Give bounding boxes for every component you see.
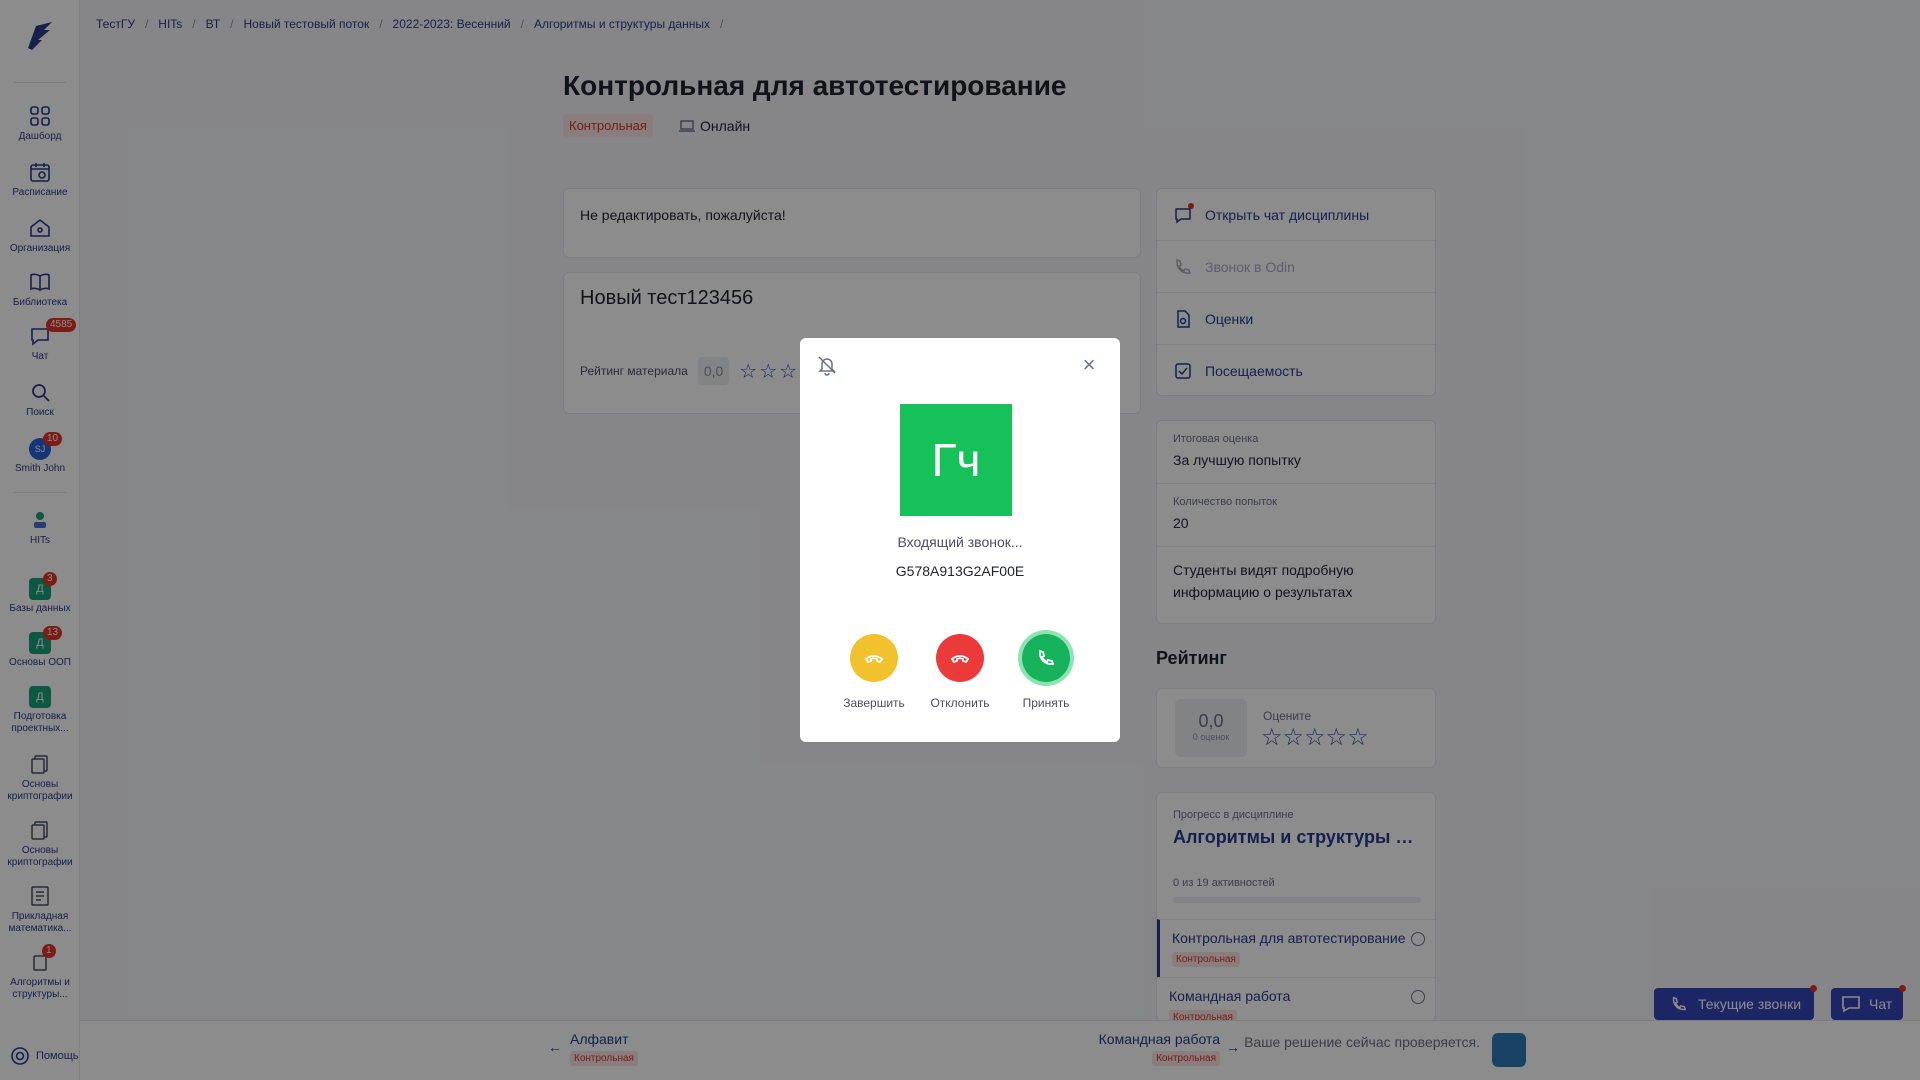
end-call-button[interactable]: Завершить [834, 634, 914, 710]
call-status: Входящий звонок... [897, 534, 1023, 550]
caller-avatar: Гч [900, 404, 1012, 516]
decline-call-circle [936, 634, 984, 682]
decline-call-button[interactable]: Отклонить [920, 634, 1000, 710]
end-call-circle [850, 634, 898, 682]
hangup-icon [864, 655, 884, 664]
close-icon[interactable]: × [1078, 354, 1100, 376]
caller-id: G578A913G2AF00E [895, 563, 1025, 579]
accept-call-button[interactable]: Принять [1006, 634, 1086, 710]
end-call-label: Завершить [843, 696, 905, 710]
accept-call-label: Принять [1022, 696, 1070, 710]
phone-icon [1039, 649, 1055, 665]
decline-call-label: Отклонить [930, 696, 990, 710]
incoming-call-modal: × Гч Входящий звонок... G578A913G2AF00E … [800, 338, 1120, 742]
bell-off-icon[interactable] [816, 354, 838, 376]
accept-call-circle [1022, 634, 1070, 682]
hangup-icon [950, 655, 970, 664]
